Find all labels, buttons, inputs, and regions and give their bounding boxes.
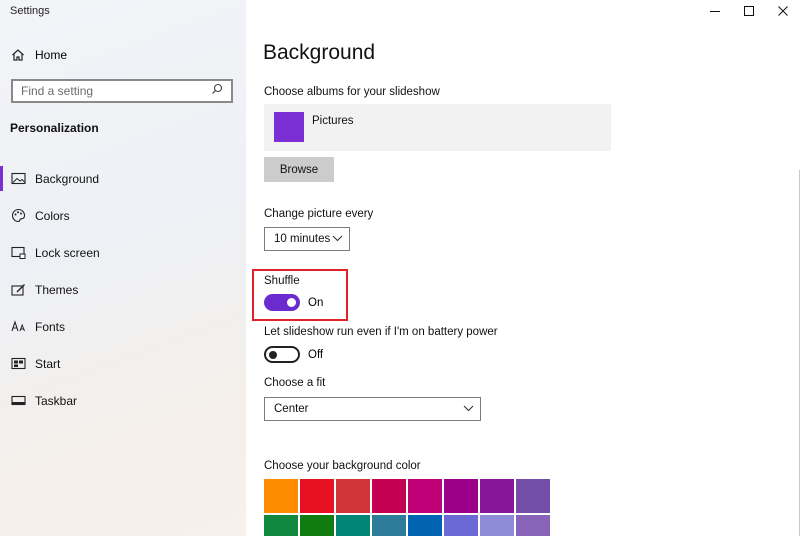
album-thumbnail <box>274 112 304 142</box>
taskbar-icon <box>10 393 26 409</box>
close-button[interactable] <box>766 0 800 22</box>
color-swatch[interactable] <box>516 479 550 513</box>
shuffle-toggle[interactable] <box>264 294 300 311</box>
color-swatch[interactable] <box>480 515 514 536</box>
sidebar-item-background[interactable]: Background <box>0 160 246 197</box>
window-controls <box>698 0 800 22</box>
lock-screen-icon <box>10 245 26 261</box>
color-swatch[interactable] <box>444 479 478 513</box>
fonts-icon <box>10 319 26 335</box>
page-title: Background <box>263 41 376 64</box>
fit-label: Choose a fit <box>264 377 326 389</box>
browse-button[interactable]: Browse <box>264 157 334 182</box>
themes-icon <box>10 282 26 298</box>
color-swatch[interactable] <box>300 479 334 513</box>
interval-dropdown[interactable]: 10 minutes <box>264 227 350 251</box>
sidebar-nav: Background Colors Lock screen Themes Fon… <box>0 160 246 419</box>
sidebar: Settings Home Personalization Background… <box>0 0 246 536</box>
sidebar-item-fonts[interactable]: Fonts <box>0 308 246 345</box>
albums-label: Choose albums for your slideshow <box>264 86 440 98</box>
sidebar-item-label: Background <box>35 171 100 186</box>
color-swatch[interactable] <box>480 479 514 513</box>
chevron-down-icon <box>463 403 474 415</box>
chevron-down-icon <box>332 233 343 245</box>
color-swatch[interactable] <box>408 479 442 513</box>
sidebar-item-start[interactable]: Start <box>0 345 246 382</box>
color-swatch[interactable] <box>372 479 406 513</box>
sidebar-item-taskbar[interactable]: Taskbar <box>0 382 246 419</box>
color-swatch[interactable] <box>372 515 406 536</box>
color-swatch[interactable] <box>336 479 370 513</box>
home-label: Home <box>35 48 68 62</box>
battery-state: Off <box>308 348 324 361</box>
interval-value: 10 minutes <box>274 233 331 245</box>
shuffle-state: On <box>308 296 324 309</box>
search-box[interactable] <box>11 79 233 103</box>
sidebar-item-label: Colors <box>35 208 70 223</box>
shuffle-label: Shuffle <box>264 275 300 287</box>
battery-toggle-row: Off <box>264 346 323 363</box>
color-swatch[interactable] <box>264 515 298 536</box>
section-title: Personalization <box>10 121 99 135</box>
sidebar-item-lock-screen[interactable]: Lock screen <box>0 234 246 271</box>
color-label: Choose your background color <box>264 460 421 472</box>
app-title: Settings <box>10 5 50 17</box>
search-input[interactable] <box>21 84 201 98</box>
maximize-button[interactable] <box>732 0 766 22</box>
sidebar-item-label: Start <box>35 356 61 371</box>
sidebar-item-themes[interactable]: Themes <box>0 271 246 308</box>
shuffle-toggle-row: On <box>264 294 323 311</box>
color-swatch[interactable] <box>300 515 334 536</box>
color-swatch-grid <box>264 479 550 536</box>
palette-icon <box>10 208 26 224</box>
album-name: Pictures <box>312 115 354 127</box>
color-swatch[interactable] <box>444 515 478 536</box>
battery-toggle[interactable] <box>264 346 300 363</box>
color-swatch[interactable] <box>336 515 370 536</box>
home-link[interactable]: Home <box>10 44 67 66</box>
sidebar-item-label: Taskbar <box>35 393 78 408</box>
battery-label: Let slideshow run even if I'm on battery… <box>264 326 498 338</box>
minimize-button[interactable] <box>698 0 732 22</box>
sidebar-item-label: Lock screen <box>35 245 100 260</box>
image-icon <box>10 171 26 187</box>
sidebar-item-colors[interactable]: Colors <box>0 197 246 234</box>
color-swatch[interactable] <box>264 479 298 513</box>
start-icon <box>10 356 26 372</box>
content-pane: Background Choose albums for your slides… <box>246 0 800 536</box>
fit-dropdown[interactable]: Center <box>264 397 481 421</box>
interval-label: Change picture every <box>264 208 374 220</box>
color-swatch[interactable] <box>516 515 550 536</box>
fit-value: Center <box>274 403 309 415</box>
search-icon[interactable] <box>211 82 223 100</box>
home-icon <box>10 47 26 63</box>
album-item[interactable]: Pictures <box>264 104 611 151</box>
sidebar-item-label: Themes <box>35 282 79 297</box>
color-swatch[interactable] <box>408 515 442 536</box>
sidebar-item-label: Fonts <box>35 319 66 334</box>
